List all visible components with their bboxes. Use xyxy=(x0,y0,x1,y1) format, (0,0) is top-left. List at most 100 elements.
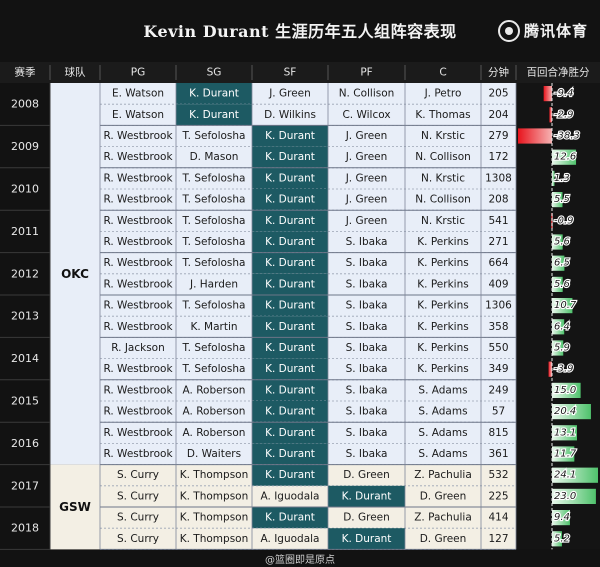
player-cell-pg: S. Curry xyxy=(117,490,159,502)
team-label-gsw: GSW xyxy=(59,500,91,514)
player-cell-pg: S. Curry xyxy=(117,469,159,481)
player-cell-pg: R. Westbrook xyxy=(103,215,173,227)
player-cell-sg: T. Sefolosha xyxy=(182,215,246,227)
player-cell-c: S. Adams xyxy=(418,427,467,439)
player-cell-pf: S. Ibaka xyxy=(346,300,388,312)
player-cell-sg: T. Sefolosha xyxy=(182,194,246,206)
player-cell-pg: E. Watson xyxy=(112,88,164,100)
season-label-2018: 2018 xyxy=(11,522,39,535)
player-cell-sg: J. Harden xyxy=(189,278,238,290)
player-cell-pf: S. Ibaka xyxy=(346,278,388,290)
player-cell-sf: K. Durant xyxy=(265,512,315,524)
minutes-cell: 127 xyxy=(488,533,508,545)
minutes-cell: 664 xyxy=(488,257,508,269)
player-cell-c: D. Green xyxy=(420,533,467,545)
player-cell-pg: R. Westbrook xyxy=(103,300,173,312)
net-value-label: 24.1 xyxy=(554,470,576,481)
column-header-2: PG xyxy=(131,67,145,79)
minutes-cell: 409 xyxy=(488,278,508,290)
net-value-label: 5.6 xyxy=(554,237,570,248)
player-cell-pf: C. Wilcox xyxy=(342,109,390,121)
player-cell-c: K. Perkins xyxy=(417,278,468,290)
player-cell-pg: R. Westbrook xyxy=(103,236,173,248)
player-cell-pf: K. Durant xyxy=(342,533,392,545)
minutes-cell: 349 xyxy=(488,363,508,375)
net-value-label: 10.7 xyxy=(554,300,577,311)
player-cell-pg: R. Westbrook xyxy=(103,172,173,184)
minutes-cell: 271 xyxy=(488,236,508,248)
minutes-cell: 205 xyxy=(488,88,508,100)
net-bar xyxy=(518,128,552,144)
season-label-2015: 2015 xyxy=(11,395,39,408)
player-cell-sg: K. Thompson xyxy=(180,490,249,502)
net-value-label: 12.6 xyxy=(554,152,576,163)
player-cell-sf: K. Durant xyxy=(265,151,315,163)
player-cell-c: K. Perkins xyxy=(417,257,468,269)
player-cell-pg: R. Westbrook xyxy=(103,194,173,206)
minutes-cell: 249 xyxy=(488,384,508,396)
player-cell-c: K. Perkins xyxy=(417,321,468,333)
player-cell-sf: J. Green xyxy=(268,88,311,100)
column-header-6: C xyxy=(439,67,446,79)
net-value-label: 6.5 xyxy=(554,258,570,269)
player-cell-pf: S. Ibaka xyxy=(346,406,388,418)
player-cell-sg: K. Thompson xyxy=(180,533,249,545)
player-cell-pf: S. Ibaka xyxy=(346,342,388,354)
player-cell-sg: K. Martin xyxy=(190,321,237,333)
column-header-3: SG xyxy=(207,67,222,79)
player-cell-sg: K. Thompson xyxy=(180,469,249,481)
player-cell-pf: S. Ibaka xyxy=(346,363,388,375)
player-cell-c: S. Adams xyxy=(418,406,467,418)
player-cell-c: S. Adams xyxy=(418,384,467,396)
player-cell-pf: J. Green xyxy=(345,172,388,184)
player-cell-pg: R. Westbrook xyxy=(103,130,173,142)
column-header-0: 赛季 xyxy=(15,66,36,79)
player-cell-pg: S. Curry xyxy=(117,533,159,545)
column-header-5: PF xyxy=(360,67,372,79)
minutes-cell: 204 xyxy=(488,109,508,121)
minutes-cell: 815 xyxy=(488,427,508,439)
player-cell-sg: K. Thompson xyxy=(180,512,249,524)
net-value-label: 6.4 xyxy=(554,321,570,332)
season-label-2014: 2014 xyxy=(11,352,39,365)
team-label-okc: OKC xyxy=(61,267,89,281)
player-cell-pf: S. Ibaka xyxy=(346,257,388,269)
column-header-1: 球队 xyxy=(65,66,86,79)
player-cell-pg: R. Westbrook xyxy=(103,257,173,269)
season-label-2011: 2011 xyxy=(11,225,39,238)
player-cell-sf: K. Durant xyxy=(265,321,315,333)
minutes-cell: 1306 xyxy=(485,300,512,312)
player-cell-c: K. Perkins xyxy=(417,363,468,375)
player-cell-pf: S. Ibaka xyxy=(346,321,388,333)
player-cell-c: J. Petro xyxy=(424,88,462,100)
minutes-cell: 279 xyxy=(488,130,508,142)
minutes-cell: 414 xyxy=(488,512,508,524)
player-cell-sf: K. Durant xyxy=(265,215,315,227)
player-cell-pg: R. Westbrook xyxy=(103,406,173,418)
player-cell-pf: J. Green xyxy=(345,194,388,206)
player-cell-sg: A. Roberson xyxy=(183,384,246,396)
table-header-bg xyxy=(0,62,600,83)
net-value-label: -38.3 xyxy=(554,131,580,142)
player-cell-sg: T. Sefolosha xyxy=(182,172,246,184)
player-cell-c: K. Perkins xyxy=(417,300,468,312)
player-cell-c: N. Collison xyxy=(415,194,471,206)
player-cell-c: K. Thomas xyxy=(415,109,470,121)
minutes-cell: 361 xyxy=(488,448,508,460)
player-cell-sg: T. Sefolosha xyxy=(182,342,246,354)
player-cell-sf: A. Iguodala xyxy=(261,533,320,545)
minutes-cell: 172 xyxy=(488,151,508,163)
column-header-7: 分钟 xyxy=(488,66,509,79)
player-cell-sg: T. Sefolosha xyxy=(182,300,246,312)
player-cell-pg: R. Jackson xyxy=(111,342,165,354)
player-cell-c: Z. Pachulia xyxy=(414,512,472,524)
net-value-label: 11.7 xyxy=(554,449,577,460)
net-value-label: 9.4 xyxy=(554,512,570,523)
season-label-2017: 2017 xyxy=(11,479,39,492)
player-cell-sf: K. Durant xyxy=(265,384,315,396)
player-cell-pg: R. Westbrook xyxy=(103,321,173,333)
player-cell-sf: D. Wilkins xyxy=(264,109,316,121)
player-cell-c: S. Adams xyxy=(418,448,467,460)
player-cell-pg: E. Watson xyxy=(112,109,164,121)
player-cell-c: N. Krstic xyxy=(421,172,465,184)
